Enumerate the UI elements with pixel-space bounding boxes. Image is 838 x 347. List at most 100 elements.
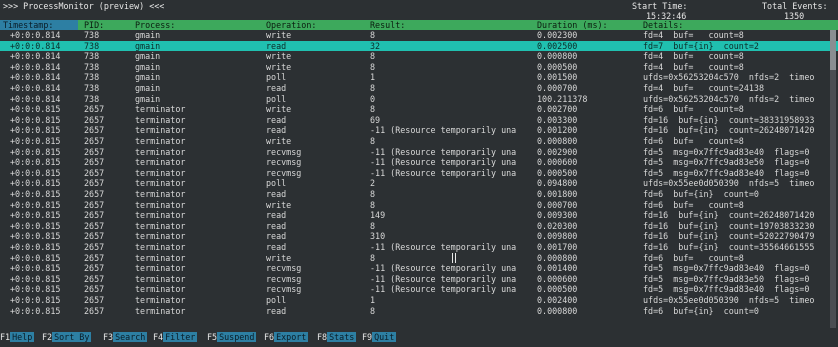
table-row[interactable]: +0:0:0.815 2657 terminator read 149 0.009300 f… xyxy=(0,210,838,221)
cell-pid: 2657 xyxy=(84,167,105,178)
cell-pid: 2657 xyxy=(84,231,105,242)
fkey-quit[interactable]: F9 Quit xyxy=(362,332,397,343)
table-row[interactable]: +0:0:0.815 2657 terminator poll 2 0.094800 ufd… xyxy=(0,178,838,189)
table-row[interactable]: +0:0:0.814 738 gmain write 8 0.002300 fd=4 buf… xyxy=(0,30,838,41)
cell-result: -11 (Resource temporarily una xyxy=(370,273,517,284)
cell-process: terminator xyxy=(135,114,186,125)
table-row[interactable]: +0:0:0.815 2657 terminator read 8 0.001800 fd=… xyxy=(0,189,838,200)
top-bar: >>> ProcessMonitor (preview) <<< Start T… xyxy=(0,0,838,21)
cell-operation: write xyxy=(266,199,292,210)
cell-details: ufds=0x55ee0d050390 nfds=5 timeo xyxy=(643,295,815,305)
cell-details: fd=16 buf={in} count=38331958933 xyxy=(643,114,815,125)
cell-details: fd=6 buf= count=8 xyxy=(643,136,744,146)
table-row[interactable]: +0:0:0.814 738 gmain read 32 0.002500 fd=7 buf… xyxy=(0,40,838,52)
cell-details: fd=16 buf={in} count=52022790479 xyxy=(643,231,815,242)
table-row[interactable]: +0:0:0.815 2657 terminator read 8 0.000800 fd=… xyxy=(0,306,838,317)
table-row[interactable]: +0:0:0.815 2657 terminator poll 1 0.002400 ufd… xyxy=(0,295,838,306)
cell-pid: 2657 xyxy=(84,210,105,221)
cell-duration: 0.002300 xyxy=(537,30,578,40)
cell-process: terminator xyxy=(135,252,186,263)
fkey-export[interactable]: F6 Export xyxy=(264,332,309,343)
cell-process: terminator xyxy=(135,136,186,146)
cell-result: 8 xyxy=(370,199,376,210)
fkey-filter[interactable]: F4 Filter xyxy=(153,332,198,343)
cell-operation: read xyxy=(266,125,287,136)
cell-operation: write xyxy=(266,51,292,62)
table-row[interactable]: +0:0:0.815 2657 terminator read 69 0.003300 fd… xyxy=(0,115,838,126)
table-row[interactable]: +0:0:0.815 2657 terminator read 310 0.009800 f… xyxy=(0,231,838,242)
table-row[interactable]: +0:0:0.814 738 gmain poll 1 0.001500 ufds=0x56… xyxy=(0,72,838,83)
cell-duration: 0.001800 xyxy=(537,189,578,199)
cell-operation: poll xyxy=(266,178,287,189)
column-header-details[interactable]: Details: xyxy=(643,20,683,30)
cell-duration: 0.002700 xyxy=(537,104,578,115)
cell-result: -11 (Resource temporarily una xyxy=(370,146,517,157)
cell-duration: 0.002500 xyxy=(537,40,578,51)
cell-details: ufds=0x56253204c570 nfds=2 timeo xyxy=(643,72,815,83)
cell-pid: 738 xyxy=(84,72,100,83)
cell-process: gmain xyxy=(135,93,161,104)
scrollbar-thumb[interactable] xyxy=(830,30,836,70)
cell-timestamp: +0:0:0.815 xyxy=(10,157,61,168)
table-row[interactable]: +0:0:0.815 2657 terminator write 8 0.000700 fd… xyxy=(0,200,838,211)
fkey-label: Help xyxy=(10,332,35,342)
fkey-stats[interactable]: F8 Stats xyxy=(317,332,357,343)
table-row[interactable]: +0:0:0.815 2657 terminator recvmsg -11 (Reso… xyxy=(0,274,838,285)
table-row[interactable]: +0:0:0.815 2657 terminator recvmsg -11 (Reso… xyxy=(0,157,838,168)
column-header-result[interactable]: Result: xyxy=(370,20,405,30)
cell-timestamp: +0:0:0.815 xyxy=(10,146,61,157)
cell-duration: 0.000600 xyxy=(537,157,578,168)
cell-duration: 0.002400 xyxy=(537,295,578,305)
cell-operation: poll xyxy=(266,93,287,104)
table-row[interactable]: +0:0:0.815 2657 terminator write 8 0.000800 fd… xyxy=(0,253,838,264)
table-row[interactable]: +0:0:0.814 738 gmain write 8 0.000500 fd=4 buf… xyxy=(0,62,838,73)
cell-operation: recvmsg xyxy=(266,263,302,274)
column-header-duration[interactable]: Duration (ms): xyxy=(537,20,608,30)
table-row[interactable]: +0:0:0.815 2657 terminator recvmsg -11 (Reso… xyxy=(0,263,838,274)
column-header-process[interactable]: Process: xyxy=(135,20,175,30)
cell-pid: 2657 xyxy=(84,178,105,189)
cell-pid: 2657 xyxy=(84,136,105,146)
table-row[interactable]: +0:0:0.815 2657 terminator write 8 0.000800 fd… xyxy=(0,136,838,147)
table-row[interactable]: +0:0:0.815 2657 terminator recvmsg -11 (Reso… xyxy=(0,284,838,295)
cell-result: 8 xyxy=(370,61,376,72)
table-row[interactable]: +0:0:0.815 2657 terminator read -11 (Resourc… xyxy=(0,125,838,136)
function-key-bar: F1 Help F2 Sort By F3 Search F4 Filter F5 Suspend… xyxy=(0,332,838,343)
cell-process: terminator xyxy=(135,189,186,199)
cell-duration: 0.020300 xyxy=(537,220,578,231)
table-row[interactable]: +0:0:0.815 2657 terminator recvmsg -11 (Reso… xyxy=(0,147,838,158)
fkey-help[interactable]: F1 Help xyxy=(0,332,35,343)
column-header-pid[interactable]: PID: xyxy=(84,20,104,30)
cell-timestamp: +0:0:0.815 xyxy=(10,104,61,115)
cell-duration: 0.000700 xyxy=(537,199,578,210)
table-row[interactable]: +0:0:0.815 2657 terminator recvmsg -11 (Reso… xyxy=(0,168,838,179)
fkey-search[interactable]: F3 Search xyxy=(103,332,148,343)
cell-duration: 0.001200 xyxy=(537,125,578,136)
column-header-operation[interactable]: Operation: xyxy=(266,20,316,30)
table-row[interactable]: +0:0:0.815 2657 terminator read -11 (Resourc… xyxy=(0,242,838,253)
table-row[interactable]: +0:0:0.814 738 gmain poll 0 100.211378 ufds=0x… xyxy=(0,94,838,105)
cell-pid: 2657 xyxy=(84,146,105,157)
cell-timestamp: +0:0:0.815 xyxy=(10,189,61,199)
cell-pid: 2657 xyxy=(84,284,105,295)
cell-result: 8 xyxy=(370,252,376,263)
table-row[interactable]: +0:0:0.814 738 gmain write 8 0.000800 fd=4 buf… xyxy=(0,51,838,62)
cell-process: terminator xyxy=(135,146,186,157)
cell-process: terminator xyxy=(135,231,186,242)
cell-process: gmain xyxy=(135,61,161,72)
cell-details: ufds=0x56253204c570 nfds=2 timeo xyxy=(643,93,815,104)
fkey-label: Stats xyxy=(327,332,357,342)
cell-result: 1 xyxy=(370,72,376,83)
scrollbar-track[interactable] xyxy=(830,30,836,328)
fkey-sort-by[interactable]: F2 Sort By xyxy=(42,332,92,343)
table-row[interactable]: +0:0:0.815 2657 terminator read 8 0.020300 fd=… xyxy=(0,221,838,232)
cell-pid: 2657 xyxy=(84,252,105,263)
fkey-suspend[interactable]: F5 Suspend xyxy=(207,332,257,343)
table-row[interactable]: +0:0:0.814 738 gmain read 8 0.000700 fd=4 buf=… xyxy=(0,83,838,94)
cell-details: fd=6 buf={in} count=0 xyxy=(643,305,759,316)
column-header-timestamp[interactable]: Timestamp: xyxy=(0,20,78,30)
cell-duration: 0.000800 xyxy=(537,136,578,146)
text-cursor-icon xyxy=(452,253,456,263)
cell-result: -11 (Resource temporarily una xyxy=(370,242,517,252)
table-row[interactable]: +0:0:0.815 2657 terminator write 8 0.002700 fd… xyxy=(0,104,838,115)
